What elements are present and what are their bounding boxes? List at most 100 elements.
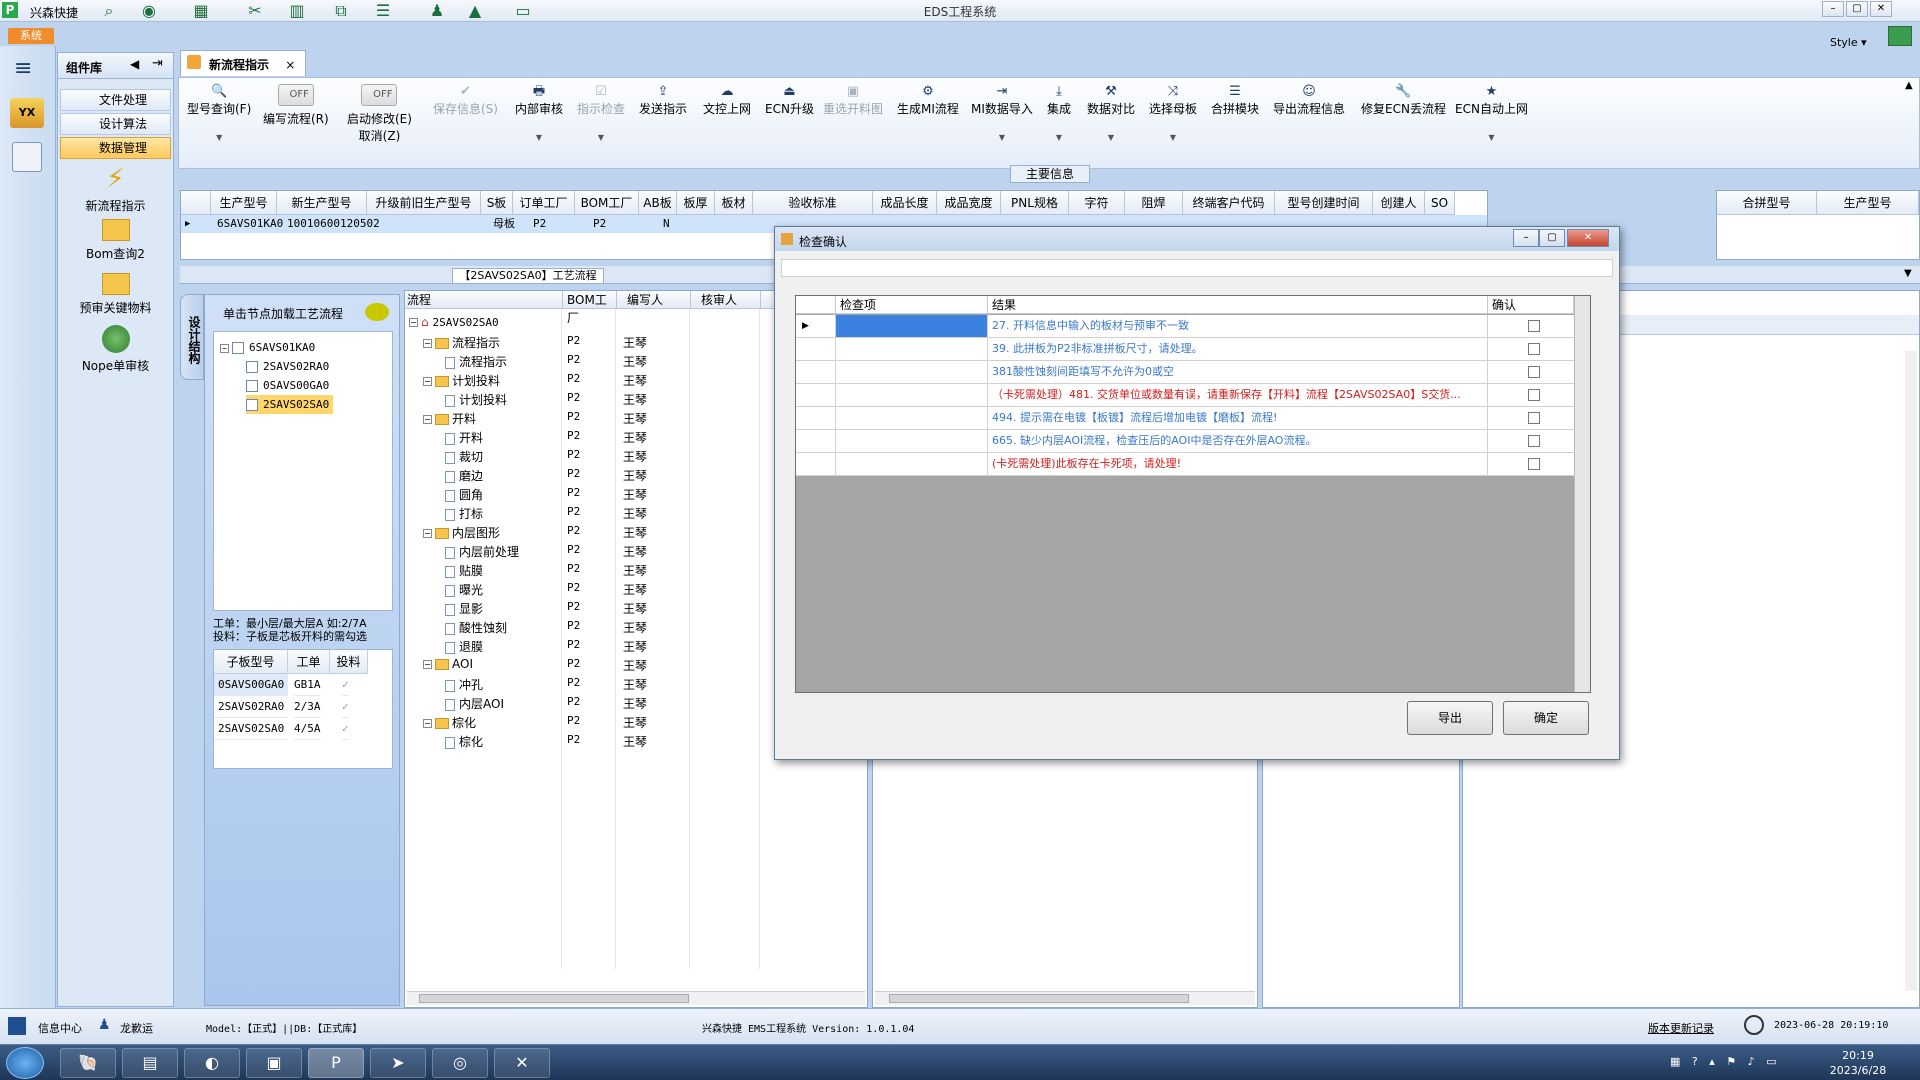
integrate-button[interactable]: ⤓ 集成 ▼ xyxy=(1047,84,1071,142)
confirm-cell[interactable] xyxy=(1488,384,1574,406)
cell-order[interactable]: GB1A xyxy=(294,674,321,696)
scrollbar-thumb[interactable] xyxy=(889,994,1189,1003)
toolbar-collapse-icon[interactable]: ▲ xyxy=(1905,80,1913,91)
feed-checkbox[interactable]: ✓ xyxy=(342,674,349,696)
hamburger-icon[interactable]: ≡ xyxy=(14,56,32,81)
monitor-icon[interactable]: ▭ xyxy=(510,2,536,20)
dropdown-arrow-icon[interactable]: ▼ xyxy=(1047,133,1071,142)
process-name[interactable]: 酸性蚀刻 xyxy=(445,619,507,636)
process-name[interactable]: 计划投料 xyxy=(445,391,507,408)
tree-node[interactable]: 2SAVS02RA0 xyxy=(246,357,329,376)
column-header[interactable]: 字符 xyxy=(1069,191,1125,215)
column-header[interactable]: 新生产型号 xyxy=(277,191,367,215)
checkbox[interactable] xyxy=(246,361,258,373)
confirm-cell[interactable] xyxy=(1488,315,1574,337)
check-item-cell[interactable] xyxy=(836,361,988,383)
process-row[interactable]: 开料 P2 王琴 xyxy=(405,427,805,446)
nav-file-processing[interactable]: 文件处理 xyxy=(60,89,171,111)
cell-new-model[interactable]: 10010600120502 xyxy=(287,215,380,233)
check-row[interactable]: ▶ 27. 开料信息中输入的板材与预审不一致 xyxy=(796,315,1574,338)
check-result-cell[interactable]: 27. 开料信息中输入的板材与预审不一致 xyxy=(988,315,1488,337)
process-row[interactable]: 冲孔 P2 王琴 xyxy=(405,674,805,693)
chart-icon[interactable]: ▲ xyxy=(462,2,488,20)
taskbar-clock[interactable]: 20:19 2023/6/28 xyxy=(1800,1048,1916,1078)
column-header[interactable]: 检查项 xyxy=(836,296,988,314)
column-header[interactable]: 板材 xyxy=(715,191,753,215)
collapse-icon[interactable]: − xyxy=(423,660,432,669)
check-result-cell[interactable]: 39. 此拼板为P2非标准拼板尺寸，请处理。 xyxy=(988,338,1488,360)
save-info-button[interactable]: ✔ 保存信息(S) xyxy=(433,84,498,117)
taskbar-app-eye-icon[interactable]: ◎ xyxy=(432,1048,488,1078)
process-name[interactable]: 曝光 xyxy=(445,581,483,598)
nav-data-management[interactable]: 数据管理 xyxy=(60,137,171,159)
process-row[interactable]: 磨边 P2 王琴 xyxy=(405,465,805,484)
column-header[interactable]: AB板 xyxy=(639,191,677,215)
process-row[interactable]: 打标 P2 王琴 xyxy=(405,503,805,522)
sub-board-grid[interactable]: 子板型号 工单 投料 0SAVS00GA0 GB1A ✓ 2SAVS02RA0 … xyxy=(213,649,393,769)
column-header[interactable]: BOM工厂 xyxy=(563,291,617,325)
ecn-auto-online-button[interactable]: ★ ECN自动上网 ▼ xyxy=(1455,84,1528,142)
generate-mi-button[interactable]: ⚙ 生成MI流程 xyxy=(897,84,959,117)
process-name[interactable]: − AOI xyxy=(423,657,473,671)
toggle-switch[interactable]: OFF xyxy=(361,84,398,106)
send-instruction-button[interactable]: ⇪ 发送指示 xyxy=(639,84,687,117)
column-header[interactable]: 创建人 xyxy=(1373,191,1425,215)
row-header[interactable] xyxy=(796,361,836,383)
chevron-down-icon[interactable]: ▼ xyxy=(1904,268,1912,279)
process-name[interactable]: 退膜 xyxy=(445,638,483,655)
maximize-button[interactable]: ▢ xyxy=(1846,1,1868,17)
column-header[interactable]: 阻焊 xyxy=(1125,191,1183,215)
data-compare-button[interactable]: ⚒ 数据对比 ▼ xyxy=(1087,84,1135,142)
process-name[interactable]: − 棕化 xyxy=(423,714,476,731)
bom-query-item[interactable]: Bom查询2 xyxy=(58,219,173,262)
column-header[interactable]: 成品长度 xyxy=(873,191,937,215)
check-result-cell[interactable]: 494. 提示需在电镀【板镀】流程后增加电镀【磨板】流程! xyxy=(988,407,1488,429)
system-tab[interactable]: 系统 xyxy=(8,28,54,44)
system-tray-icons[interactable]: ▦ ? ▴ ⚑ ♪ ▭ xyxy=(1670,1055,1790,1071)
column-header[interactable]: 流程 xyxy=(405,291,563,309)
export-flow-button[interactable]: ☺ 导出流程信息 xyxy=(1273,84,1345,117)
feed-checkbox[interactable]: ✓ xyxy=(342,696,349,718)
process-name[interactable]: − 流程指示 xyxy=(423,334,500,351)
scrollbar-thumb[interactable] xyxy=(419,994,689,1003)
start-modify-toggle[interactable]: OFF 启动修改(E) 取消(Z) xyxy=(347,84,412,144)
column-header[interactable]: BOM工厂 xyxy=(575,191,639,215)
check-results-grid[interactable]: 检查项 结果 确认 ▶ 27. 开料信息中输入的板材与预审不一致 39. 此拼板为P… xyxy=(795,295,1591,693)
export-button[interactable]: 导出 xyxy=(1407,701,1493,735)
confirm-cell[interactable] xyxy=(1488,361,1574,383)
row-header[interactable] xyxy=(796,338,836,360)
check-row[interactable]: 381酸性蚀刻间距填写不允许为0或空 xyxy=(796,361,1574,384)
check-item-cell[interactable] xyxy=(836,407,988,429)
cell-sub-model[interactable]: 0SAVS00GA0 xyxy=(214,674,288,696)
checkbox[interactable] xyxy=(232,342,244,354)
confirm-cell[interactable] xyxy=(1488,338,1574,360)
process-name[interactable]: 冲孔 xyxy=(445,676,483,693)
vertical-scrollbar[interactable] xyxy=(1574,296,1590,692)
copy-icon[interactable]: ⧉ xyxy=(328,2,354,20)
cell-order[interactable]: 2/3A xyxy=(294,696,321,718)
process-name[interactable]: 显影 xyxy=(445,600,483,617)
collapse-icon[interactable]: − xyxy=(409,318,418,327)
dialog-maximize-button[interactable]: ▢ xyxy=(1539,229,1565,247)
column-header[interactable]: 结果 xyxy=(988,296,1488,314)
collapse-left-icon[interactable]: ◀ xyxy=(130,57,139,71)
check-item-cell[interactable] xyxy=(836,430,988,452)
process-row[interactable]: 棕化 P2 王琴 xyxy=(405,731,805,750)
mi-import-button[interactable]: ⇥ MI数据导入 ▼ xyxy=(971,84,1033,142)
tree-node-selected[interactable]: 2SAVS02SA0 xyxy=(246,395,334,414)
check-row[interactable]: 39. 此拼板为P2非标准拼板尺寸，请处理。 xyxy=(796,338,1574,361)
start-button[interactable] xyxy=(6,1047,44,1079)
collapse-icon[interactable]: − xyxy=(423,719,432,728)
dropdown-arrow-icon[interactable]: ▼ xyxy=(971,133,1033,142)
process-name[interactable]: 裁切 xyxy=(445,448,483,465)
check-result-cell[interactable]: (卡死需处理)此板存在卡死项，请处理! xyxy=(988,453,1488,475)
toggle-switch[interactable]: OFF xyxy=(277,84,314,106)
checkbox[interactable] xyxy=(246,380,258,392)
check-item-cell[interactable] xyxy=(836,453,988,475)
globe-icon[interactable]: ◉ xyxy=(136,2,162,20)
check-item-cell[interactable] xyxy=(836,315,988,337)
taskbar-app-red-icon[interactable]: ◐ xyxy=(184,1048,240,1078)
check-row[interactable]: （卡死需处理）481. 交货单位或数量有误，请重新保存【开料】流程【2SAVS0… xyxy=(796,384,1574,407)
calculator-icon[interactable] xyxy=(12,142,42,172)
column-header[interactable]: 生产型号 xyxy=(1817,191,1919,215)
